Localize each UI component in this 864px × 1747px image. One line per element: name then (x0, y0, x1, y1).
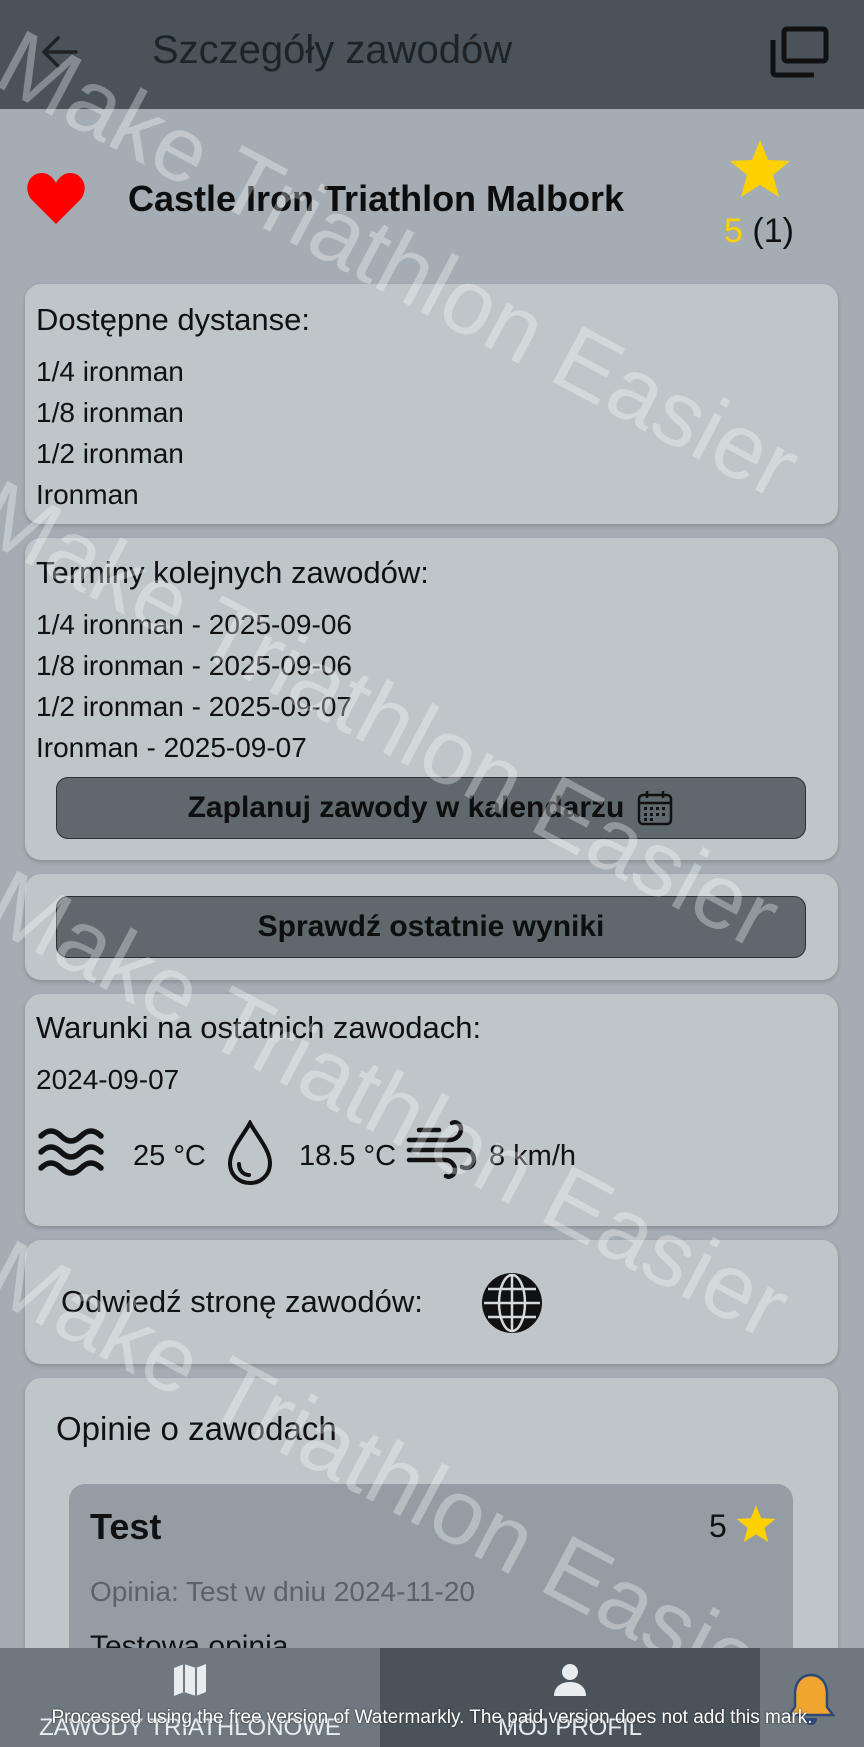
water-temperature: 25 °C (133, 1140, 206, 1172)
distances-card: Dostępne dystanse: 1/4 ironman 1/8 ironm… (25, 284, 838, 524)
website-card: Odwiedź stronę zawodów: (25, 1240, 838, 1364)
rating-count: (1) (752, 212, 794, 250)
upcoming-item: 1/4 ironman - 2025-09-06 (36, 609, 352, 640)
race-name: Castle Iron Triathlon Malbork (128, 178, 625, 219)
distance-item: Ironman (36, 479, 139, 510)
reviews-title: Opinie o zawodach (56, 1410, 337, 1447)
page-title: Szczegóły zawodów (152, 28, 513, 72)
waves-icon (38, 1128, 104, 1176)
calendar-icon (638, 791, 673, 826)
heart-icon[interactable] (26, 170, 86, 226)
rating-value: 5 (724, 212, 743, 250)
map-icon (174, 1664, 206, 1696)
air-temperature: 18.5 °C (299, 1140, 397, 1172)
distance-item: 1/4 ironman (36, 356, 184, 387)
bottom-navigation: ZAWODY TRIATHLONOWE MÓJ PROFIL (0, 1648, 864, 1747)
results-card: Sprawdź ostatnie wyniki (25, 874, 838, 980)
star-icon (730, 140, 790, 197)
star-icon (736, 1505, 776, 1543)
add-to-calendar-label: Zaplanuj zawody w kalendarzu (187, 791, 625, 824)
distances-title: Dostępne dystanse: (36, 302, 311, 337)
upcoming-item: 1/8 ironman - 2025-09-06 (36, 650, 352, 681)
weather-row: 25 °C 18.5 °C 8 km/h (37, 1116, 797, 1196)
weather-title: Warunki na ostatnich zawodach: (36, 1010, 482, 1045)
upcoming-card: Terminy kolejnych zawodów: 1/4 ironman -… (25, 538, 838, 860)
add-to-calendar-button[interactable]: Zaplanuj zawody w kalendarzu (56, 777, 806, 839)
distance-item: 1/2 ironman (36, 438, 184, 469)
review-author: Test (90, 1506, 162, 1547)
review-meta: Opinia: Test w dniu 2024-11-20 (90, 1576, 475, 1607)
top-app-bar: Szczegóły zawodów (0, 0, 864, 109)
person-icon (554, 1664, 586, 1696)
nav-triathlon-races[interactable]: ZAWODY TRIATHLONOWE (0, 1648, 380, 1747)
upcoming-title: Terminy kolejnych zawodów: (36, 555, 429, 590)
upcoming-item: 1/2 ironman - 2025-09-07 (36, 691, 352, 722)
check-results-button[interactable]: Sprawdź ostatnie wyniki (56, 896, 806, 958)
website-label: Odwiedź stronę zawodów: (61, 1284, 423, 1319)
race-rating: 5 (1) (724, 212, 794, 251)
weather-date: 2024-09-07 (36, 1064, 180, 1095)
review-score: 5 (709, 1508, 727, 1544)
windows-icon[interactable] (768, 26, 830, 78)
globe-icon[interactable] (479, 1270, 545, 1336)
arrow-left-icon[interactable] (38, 30, 82, 74)
watermark-notice: Processed using the free version of Wate… (51, 1707, 813, 1728)
wind-speed: 8 km/h (489, 1140, 577, 1172)
wind-icon (406, 1120, 477, 1179)
nav-my-profile[interactable]: MÓJ PROFIL (380, 1648, 760, 1747)
distance-item: 1/8 ironman (36, 397, 184, 428)
upcoming-item: Ironman - 2025-09-07 (36, 732, 307, 763)
weather-card: Warunki na ostatnich zawodach: 2024-09-0… (25, 994, 838, 1226)
droplet-icon (227, 1120, 273, 1186)
